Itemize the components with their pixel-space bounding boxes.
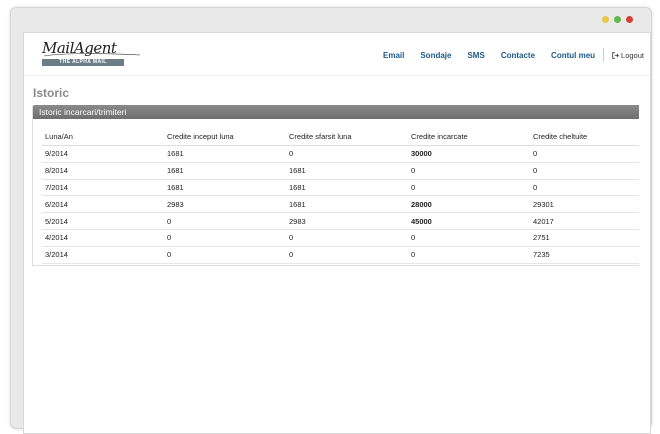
nav-contul-meu[interactable]: Contul meu [551,51,595,60]
table-cell: 2983 [164,195,286,214]
column-header: Credite sfarsit luna [286,127,408,146]
page-title: Istoric [33,86,70,100]
window-controls [602,16,633,23]
table-cell: 0 [164,229,286,247]
table-row: 3/2014 0 0 0 7235 [42,246,639,264]
logo[interactable]: MailAgent THE ALPHA MAIL [42,39,141,68]
table-cell: 0 [408,229,530,247]
table-cell: 7235 [530,246,639,264]
table-cell: 0 [408,179,530,197]
table-header-row: Luna/An Credite inceput luna Credite sfa… [42,127,639,146]
table-cell: 42017 [530,212,639,230]
table-cell: 3/2014 [42,246,164,264]
logout-icon [612,51,619,59]
app-viewport: MailAgent THE ALPHA MAIL Email Sondaje S… [23,32,651,434]
history-panel: Istoric incarcari/trimiteri Luna/An Cred… [32,105,639,266]
nav-sondaje[interactable]: Sondaje [420,51,451,60]
nav-divider [603,48,605,62]
app-header: MailAgent THE ALPHA MAIL Email Sondaje S… [24,33,650,76]
table-cell: 2751 [530,229,639,247]
table-cell: 0 [530,145,639,163]
table-cell: 1681 [286,179,408,197]
table-cell: 4/2014 [42,229,164,247]
table-cell: 30000 [408,145,530,163]
table-cell: 5/2014 [42,212,164,230]
nav-sms[interactable]: SMS [467,51,484,60]
column-header: Credite inceput luna [164,127,286,146]
table-cell: 8/2014 [42,162,164,180]
table-cell: 1681 [164,145,286,163]
table-cell: 29301 [530,195,639,214]
column-header: Credite cheltuite [530,127,639,146]
table-cell: 0 [286,229,408,247]
main-nav: Email Sondaje SMS Contacte Contul meu Lo… [367,48,644,62]
table-row: 4/2014 0 0 0 2751 [42,229,639,247]
table-cell: 7/2014 [42,179,164,197]
table-cell: 0 [286,145,408,163]
table-cell: 0 [164,246,286,264]
minimize-dot-icon[interactable] [602,16,609,23]
table-cell: 0 [408,162,530,180]
nav-email[interactable]: Email [383,51,404,60]
table-row: 5/2014 0 2983 45000 42017 [42,212,639,230]
panel-title: Istoric incarcari/trimiteri [33,105,639,119]
table-cell: 1681 [164,162,286,180]
logo-tagline: THE ALPHA MAIL [42,59,124,66]
table-row: 6/2014 2983 1681 28000 29301 [42,195,639,214]
table-row: 9/2014 1681 0 30000 0 [42,145,639,163]
table-cell: 1681 [286,195,408,214]
table-row: 8/2014 1681 1681 0 0 [42,162,639,180]
logout-label: Logout [621,50,644,60]
table-cell: 1681 [286,162,408,180]
table-cell: 0 [286,246,408,264]
table-cell: 2983 [286,212,408,230]
table-cell: 1681 [164,179,286,197]
table-cell: 28000 [408,195,530,214]
table-cell: 45000 [408,212,530,230]
close-dot-icon[interactable] [626,16,633,23]
table-cell: 0 [408,246,530,264]
maximize-dot-icon[interactable] [614,16,621,23]
logo-text: MailAgent [42,39,117,57]
table-row: 7/2014 1681 1681 0 0 [42,179,639,197]
table-cell: 6/2014 [42,195,164,214]
table-cell: 0 [530,162,639,180]
nav-contacte[interactable]: Contacte [501,51,535,60]
table-cell: 0 [164,212,286,230]
browser-window-frame: MailAgent THE ALPHA MAIL Email Sondaje S… [10,7,652,434]
logout-button[interactable]: Logout [612,51,644,60]
column-header: Luna/An [42,127,164,146]
history-table: Luna/An Credite inceput luna Credite sfa… [42,127,639,264]
table-cell: 9/2014 [42,145,164,163]
column-header: Credite incarcate [408,127,530,146]
table-cell: 0 [530,179,639,197]
